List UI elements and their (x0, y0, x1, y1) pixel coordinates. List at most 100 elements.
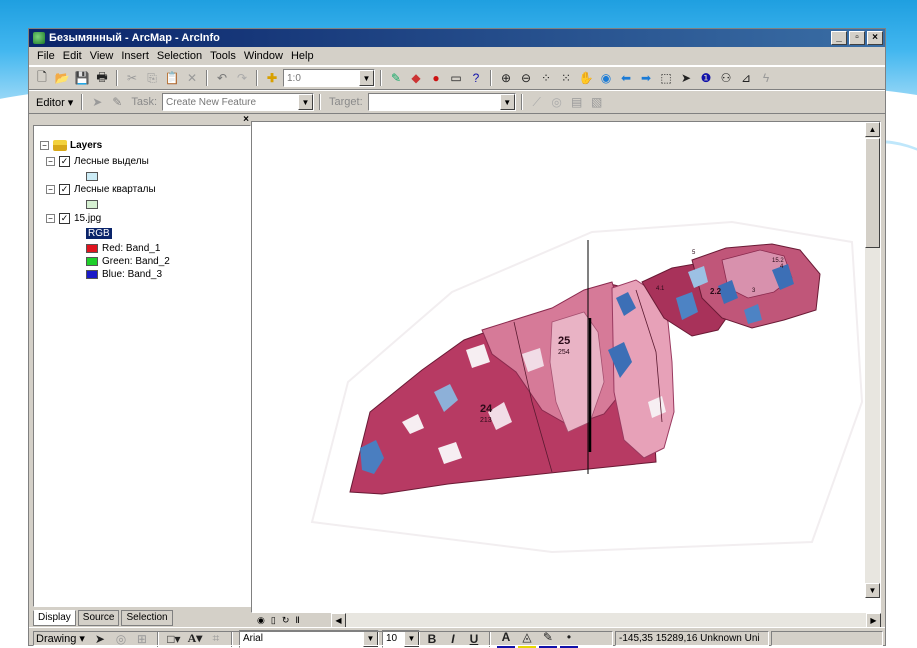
measure-icon[interactable]: ⊿ (737, 69, 755, 87)
undo-icon[interactable]: ↶ (213, 69, 231, 87)
band-row: Green: Band_2 (86, 256, 170, 267)
zoom-out-icon[interactable]: ⊖ (517, 69, 535, 87)
vertical-scrollbar[interactable]: ▲ ▼ (865, 122, 880, 598)
blue-swatch (86, 270, 98, 279)
minimize-button[interactable]: _ (831, 31, 847, 45)
scroll-down-arrow-icon[interactable]: ▼ (865, 583, 880, 598)
fixed-zoom-in-icon[interactable]: ⁘ (537, 69, 555, 87)
editor-toolbar-icon[interactable]: ✎ (387, 69, 405, 87)
band-row: Red: Band_1 (86, 243, 160, 254)
find-binoculars-icon[interactable]: ⚇ (717, 69, 735, 87)
refresh-icon[interactable]: ↻ (282, 615, 290, 626)
layer-visibility-checkbox[interactable]: ✓ (59, 213, 70, 224)
scroll-up-arrow-icon[interactable]: ▲ (865, 122, 880, 137)
maximize-button[interactable]: ▫ (849, 31, 865, 45)
layers-root[interactable]: − Layers (40, 140, 102, 151)
menu-selection[interactable]: Selection (153, 50, 206, 62)
scroll-left-arrow-icon[interactable]: ◀ (331, 613, 346, 628)
split-tool-icon[interactable]: ⟋ (528, 93, 546, 111)
arctoolbox-icon[interactable]: ◆ (407, 69, 425, 87)
editor-menu[interactable]: Editor ▾ (33, 96, 76, 109)
menu-window[interactable]: Window (240, 50, 287, 62)
target-combo[interactable]: ▼ (367, 93, 516, 111)
task-combo[interactable]: Create New Feature ▼ (162, 93, 315, 111)
rotate-tool-icon[interactable]: ◎ (548, 93, 566, 111)
delete-icon[interactable]: ✕ (183, 69, 201, 87)
collapse-icon[interactable]: − (46, 185, 55, 194)
layer-visibility-checkbox[interactable]: ✓ (59, 184, 70, 195)
menu-edit[interactable]: Edit (59, 50, 86, 62)
select-elements-arrow-icon[interactable]: ➤ (677, 69, 695, 87)
map-display[interactable]: 24 213 25 254 2.2 5 4 3 15.2 4.1 ▲ ▼ (251, 121, 881, 613)
toc-title-grip[interactable]: × (33, 114, 251, 125)
collapse-icon[interactable]: − (40, 141, 49, 150)
scroll-right-arrow-icon[interactable]: ▶ (866, 613, 881, 628)
save-icon[interactable]: 💾 (73, 69, 91, 87)
zoom-in-icon[interactable]: ⊕ (497, 69, 515, 87)
copy-icon[interactable]: ⎘ (143, 69, 161, 87)
menu-file[interactable]: File (33, 50, 59, 62)
forest-map[interactable]: 24 213 25 254 2.2 5 4 3 15.2 4.1 (252, 122, 866, 598)
menu-view[interactable]: View (86, 50, 118, 62)
cut-icon[interactable]: ✂ (123, 69, 141, 87)
tab-source[interactable]: Source (77, 610, 120, 626)
horizontal-scrollbar[interactable]: ◀ ▶ (331, 613, 881, 628)
pan-hand-icon[interactable]: ✋ (577, 69, 595, 87)
tab-display[interactable]: Display (33, 610, 76, 626)
title-bar[interactable]: Безымянный - ArcMap - ArcInfo _ ▫ × (29, 29, 885, 47)
print-icon[interactable]: 🖶 (93, 69, 111, 87)
separator (520, 94, 523, 110)
data-view-icon[interactable]: ◉ (257, 615, 265, 626)
menu-help[interactable]: Help (287, 50, 318, 62)
add-data-icon[interactable]: ✚ (263, 69, 281, 87)
paste-icon[interactable]: 📋 (163, 69, 181, 87)
edit-tool-arrow-icon[interactable]: ➤ (88, 93, 106, 111)
layer-symbol[interactable] (86, 200, 98, 209)
fill-swatch (86, 200, 98, 209)
layer-visibility-checkbox[interactable]: ✓ (59, 156, 70, 167)
collapse-icon[interactable]: − (46, 214, 55, 223)
layer-symbol[interactable] (86, 172, 98, 181)
sketch-pencil-icon[interactable]: ✎ (108, 93, 126, 111)
arcmap-app-icon (33, 32, 45, 44)
select-features-icon[interactable]: ⬚ (657, 69, 675, 87)
layer-row[interactable]: − ✓ Лесные кварталы (46, 184, 156, 195)
layout-view-icon[interactable]: ▯ (271, 615, 276, 626)
close-button[interactable]: × (867, 31, 883, 45)
table-of-contents: − Layers − ✓ Лесные выделы − ✓ Лесные кв… (33, 125, 251, 607)
menu-insert[interactable]: Insert (117, 50, 153, 62)
menu-bar: File Edit View Insert Selection Tools Wi… (29, 47, 885, 66)
layer-row[interactable]: − ✓ Лесные выделы (46, 156, 149, 167)
window-icon[interactable]: ▭ (447, 69, 465, 87)
hyperlink-lightning-icon[interactable]: ϟ (757, 69, 775, 87)
editor-toolbar: Editor ▾ ➤ ✎ Task: Create New Feature ▼ … (29, 90, 885, 114)
forward-arrow-icon[interactable]: ➡ (637, 69, 655, 87)
map-label: 213 (480, 417, 492, 424)
chevron-down-icon[interactable]: ▼ (298, 94, 314, 110)
attributes-icon[interactable]: ▤ (568, 93, 586, 111)
whats-this-icon[interactable]: ? (467, 69, 485, 87)
back-arrow-icon[interactable]: ⬅ (617, 69, 635, 87)
standard-toolbar: 🗋 📂 💾 🖶 ✂ ⎘ 📋 ✕ ↶ ↷ ✚ 1:0 ▼ ✎ ◆ ● ▭ ? ⊕ … (29, 66, 885, 90)
command-line-icon[interactable]: ● (427, 69, 445, 87)
band-label: Blue: Band_3 (102, 269, 163, 280)
chevron-down-icon[interactable]: ▼ (499, 94, 515, 110)
collapse-icon[interactable]: − (46, 157, 55, 166)
map-label: 2.2 (710, 287, 722, 296)
fixed-zoom-out-icon[interactable]: ⁙ (557, 69, 575, 87)
raster-rgb-label[interactable]: RGB (86, 228, 112, 239)
full-extent-globe-icon[interactable]: ◉ (597, 69, 615, 87)
tab-selection[interactable]: Selection (121, 610, 173, 626)
open-folder-icon[interactable]: 📂 (53, 69, 71, 87)
menu-tools[interactable]: Tools (206, 50, 240, 62)
map-scale-combo[interactable]: 1:0 ▼ (283, 69, 375, 87)
chevron-down-icon[interactable]: ▼ (359, 70, 374, 86)
close-icon[interactable]: × (243, 114, 249, 125)
redo-icon[interactable]: ↷ (233, 69, 251, 87)
layer-row[interactable]: − ✓ 15.jpg (46, 213, 101, 224)
pause-icon[interactable]: Ⅱ (295, 615, 299, 626)
new-document-icon[interactable]: 🗋 (33, 69, 51, 87)
sketch-properties-icon[interactable]: ▧ (588, 93, 606, 111)
scroll-thumb[interactable] (865, 138, 880, 248)
identify-icon[interactable]: ❶ (697, 69, 715, 87)
